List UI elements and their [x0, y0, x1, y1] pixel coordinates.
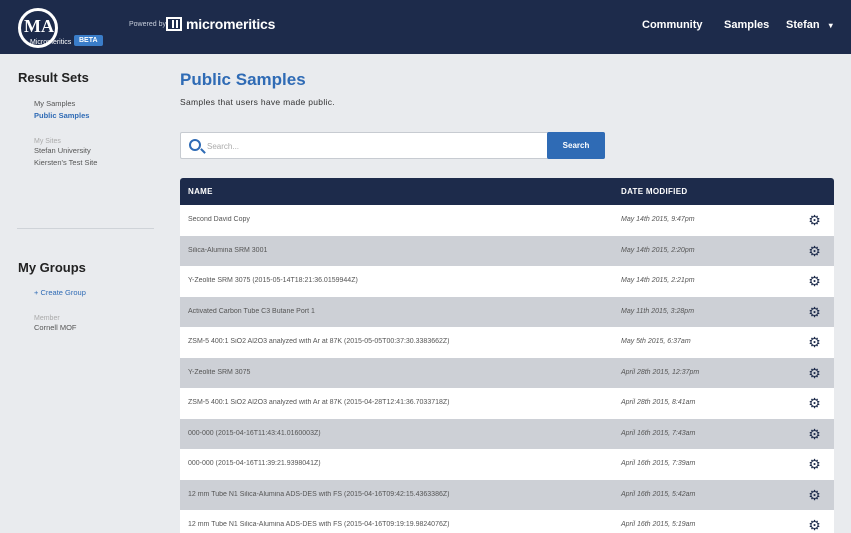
sample-name[interactable]: Activated Carbon Tube C3 Butane Port 1: [188, 308, 608, 315]
gear-icon[interactable]: ⚙: [808, 335, 821, 349]
create-group-link[interactable]: + Create Group: [34, 287, 153, 299]
top-navbar: MA Micromeritics BETA Powered by microme…: [0, 0, 851, 54]
sample-name[interactable]: 000-000 (2015-04-16T11:39:21.9398041Z): [188, 460, 608, 467]
beta-badge: BETA: [74, 35, 103, 46]
gear-icon[interactable]: ⚙: [808, 213, 821, 227]
sidebar-groups: My Groups + Create Group Member Cornell …: [18, 260, 153, 334]
sidebar-item-site[interactable]: Stefan University: [34, 145, 153, 157]
sample-date: April 16th 2015, 7:43am: [621, 429, 696, 437]
sidebar-divider: [17, 228, 154, 229]
gear-icon[interactable]: ⚙: [808, 244, 821, 258]
nav-samples-link[interactable]: Samples: [724, 19, 769, 31]
sidebar-item-public-samples[interactable]: Public Samples: [34, 110, 153, 122]
sample-name[interactable]: 12 mm Tube N1 Silica-Alumina ADS-DES wit…: [188, 491, 608, 498]
brand-logo: micromeritics: [166, 16, 275, 32]
user-name: Stefan: [786, 19, 820, 31]
gear-icon[interactable]: ⚙: [808, 518, 821, 532]
sample-date: April 28th 2015, 8:41am: [621, 399, 696, 406]
search-box: [180, 132, 605, 159]
sample-date: May 11th 2015, 3:28pm: [621, 307, 695, 315]
sample-date: April 16th 2015, 7:39am: [621, 460, 696, 467]
search-button[interactable]: Search: [547, 132, 605, 159]
logo-subtext: Micromeritics: [30, 39, 72, 46]
sample-name[interactable]: Second David Copy: [188, 216, 608, 223]
table-row[interactable]: 12 mm Tube N1 Silica-Alumina ADS-DES wit…: [180, 510, 834, 533]
gear-icon[interactable]: ⚙: [808, 274, 821, 288]
gear-icon[interactable]: ⚙: [808, 488, 821, 502]
sample-name[interactable]: ZSM-5 400:1 SiO2 Al2O3 analyzed with Ar …: [188, 399, 608, 406]
table-row[interactable]: 000-000 (2015-04-16T11:39:21.9398041Z) A…: [180, 449, 834, 480]
sidebar-item-site[interactable]: Kiersten's Test Site: [34, 157, 153, 169]
table-row[interactable]: 12 mm Tube N1 Silica-Alumina ADS-DES wit…: [180, 479, 834, 510]
member-heading: Member: [34, 315, 60, 322]
sample-name[interactable]: ZSM-5 400:1 SiO2 Al2O3 analyzed with Ar …: [188, 338, 608, 345]
table-row[interactable]: Second David Copy May 14th 2015, 9:47pm …: [180, 205, 834, 236]
table-row[interactable]: Activated Carbon Tube C3 Butane Port 1 M…: [180, 296, 834, 327]
sample-name[interactable]: 12 mm Tube N1 Silica-Alumina ADS-DES wit…: [188, 521, 608, 528]
nav-community-link[interactable]: Community: [642, 19, 703, 31]
sample-name[interactable]: Y-Zeolite SRM 3075 (2015-05-14T18:21:36.…: [188, 277, 608, 284]
table-body: Second David Copy May 14th 2015, 9:47pm …: [180, 205, 834, 533]
my-groups-title: My Groups: [18, 260, 86, 275]
result-sets-title: Result Sets: [18, 70, 89, 85]
table-header: NAME DATE MODIFIED: [180, 178, 834, 205]
sample-date: May 14th 2015, 2:21pm: [621, 277, 695, 284]
sample-name[interactable]: 000-000 (2015-04-16T11:43:41.0160003Z): [188, 430, 608, 437]
app-logo[interactable]: MA Micromeritics BETA: [18, 6, 113, 50]
user-menu[interactable]: Stefan ▾: [786, 19, 833, 31]
sidebar: Result Sets My Samples Public Samples My…: [18, 70, 153, 169]
column-header-date[interactable]: DATE MODIFIED: [621, 187, 687, 196]
logo-text: MA: [24, 16, 54, 36]
table-row[interactable]: Silica-Alumina SRM 3001 May 14th 2015, 2…: [180, 235, 834, 266]
sample-date: May 14th 2015, 9:47pm: [621, 216, 695, 223]
gear-icon[interactable]: ⚙: [808, 457, 821, 471]
gear-icon[interactable]: ⚙: [808, 366, 821, 380]
gear-icon[interactable]: ⚙: [808, 396, 821, 410]
page-subtitle: Samples that users have made public.: [180, 97, 335, 107]
brand-mark-icon: [166, 17, 182, 31]
my-sites-heading: My Sites: [34, 138, 61, 145]
chevron-down-icon: ▾: [828, 21, 833, 30]
powered-by-label: Powered by: [129, 21, 166, 28]
search-input[interactable]: [207, 138, 407, 154]
brand-name: micromeritics: [186, 16, 276, 32]
sample-date: April 16th 2015, 5:19am: [621, 521, 696, 528]
sample-date: May 5th 2015, 6:37am: [621, 338, 691, 345]
table-row[interactable]: Y-Zeolite SRM 3075 (2015-05-14T18:21:36.…: [180, 266, 834, 297]
sidebar-item-my-samples[interactable]: My Samples: [34, 98, 153, 110]
sample-date: April 28th 2015, 12:37pm: [621, 368, 700, 376]
sample-name[interactable]: Silica-Alumina SRM 3001: [188, 247, 608, 254]
table-row[interactable]: Y-Zeolite SRM 3075 April 28th 2015, 12:3…: [180, 357, 834, 388]
sidebar-item-group[interactable]: Cornell MOF: [34, 322, 153, 334]
search-icon: [189, 139, 201, 151]
sample-date: May 14th 2015, 2:20pm: [621, 246, 695, 254]
sample-date: April 16th 2015, 5:42am: [621, 490, 696, 498]
samples-table: NAME DATE MODIFIED Second David Copy May…: [180, 178, 834, 533]
column-header-name[interactable]: NAME: [188, 187, 213, 196]
table-row[interactable]: ZSM-5 400:1 SiO2 Al2O3 analyzed with Ar …: [180, 327, 834, 358]
main-content: Public Samples Samples that users have m…: [180, 70, 834, 533]
gear-icon[interactable]: ⚙: [808, 427, 821, 441]
page-title: Public Samples: [180, 70, 306, 89]
sample-name[interactable]: Y-Zeolite SRM 3075: [188, 369, 608, 376]
table-row[interactable]: 000-000 (2015-04-16T11:43:41.0160003Z) A…: [180, 418, 834, 449]
gear-icon[interactable]: ⚙: [808, 305, 821, 319]
table-row[interactable]: ZSM-5 400:1 SiO2 Al2O3 analyzed with Ar …: [180, 388, 834, 419]
